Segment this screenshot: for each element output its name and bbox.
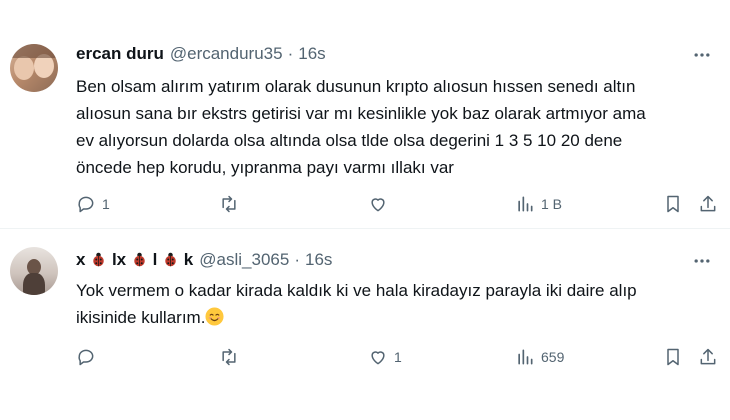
ladybug-icon	[93, 252, 104, 267]
views-button[interactable]: 1 B	[515, 192, 562, 216]
views-icon	[518, 349, 533, 365]
action-bar: 1 659	[76, 345, 716, 369]
display-name[interactable]: ercan duru	[76, 44, 164, 64]
views-icon	[518, 196, 533, 212]
like-icon	[371, 351, 385, 365]
share-button[interactable]	[698, 345, 718, 369]
like-icon	[371, 198, 385, 212]
reply-count: 1	[102, 196, 110, 212]
views-button[interactable]: 659	[515, 345, 564, 369]
display-name[interactable]: x lx l k	[76, 250, 193, 270]
like-button[interactable]	[368, 192, 394, 216]
share-icon	[700, 348, 716, 365]
smiling-face-icon	[205, 307, 224, 326]
ladybug-icon	[165, 252, 176, 267]
separator: ·	[287, 44, 294, 63]
share-icon	[700, 195, 716, 212]
bookmark-button[interactable]	[663, 345, 683, 369]
tweet-text: Yok vermem o kadar kirada kaldık ki ve h…	[76, 277, 716, 331]
share-button[interactable]	[698, 192, 718, 216]
reply-button[interactable]	[76, 345, 102, 369]
view-count: 1 B	[541, 196, 563, 212]
timestamp[interactable]: 16s	[298, 44, 325, 64]
reply-icon	[78, 349, 94, 366]
timestamp[interactable]: 16s	[305, 250, 332, 270]
tweet[interactable]: x lx l k @asli_3065 · 16s Yok vermem o k…	[0, 229, 730, 420]
tweet-header: x lx l k @asli_3065 · 16s	[76, 249, 332, 271]
like-button[interactable]: 1	[368, 345, 402, 369]
username[interactable]: @ercanduru35	[170, 44, 283, 64]
reply-button[interactable]: 1	[76, 192, 110, 216]
tweet-text: Ben olsam alırım yatırım olarak dusunun …	[76, 77, 646, 177]
action-bar: 1 1 B	[76, 192, 716, 216]
ladybug-icon	[134, 252, 145, 267]
repost-icon	[222, 348, 236, 366]
separator: ·	[294, 250, 300, 269]
like-count: 1	[394, 349, 402, 365]
view-count: 659	[541, 349, 565, 365]
repost-button[interactable]	[219, 345, 245, 369]
bookmark-button[interactable]	[663, 192, 683, 216]
name-part: l	[152, 250, 158, 269]
name-part: lx	[111, 250, 127, 269]
tweet-header: ercan duru @ercanduru35 · 16s	[76, 43, 326, 65]
avatar[interactable]	[10, 247, 58, 295]
tweet[interactable]: ercan duru @ercanduru35 · 16s Ben olsam …	[0, 0, 730, 228]
reply-icon	[78, 196, 94, 213]
bookmark-icon	[667, 195, 679, 213]
more-icon[interactable]	[692, 251, 712, 271]
tweet-text-content: Yok vermem o kadar kirada kaldık ki ve h…	[76, 281, 637, 327]
bookmark-icon	[667, 348, 679, 366]
avatar[interactable]	[10, 44, 58, 92]
username[interactable]: @asli_3065	[199, 250, 289, 270]
more-icon[interactable]	[692, 45, 712, 65]
repost-button[interactable]	[219, 192, 245, 216]
repost-icon	[222, 195, 236, 213]
name-part: k	[183, 250, 194, 269]
name-part: x	[76, 250, 86, 269]
